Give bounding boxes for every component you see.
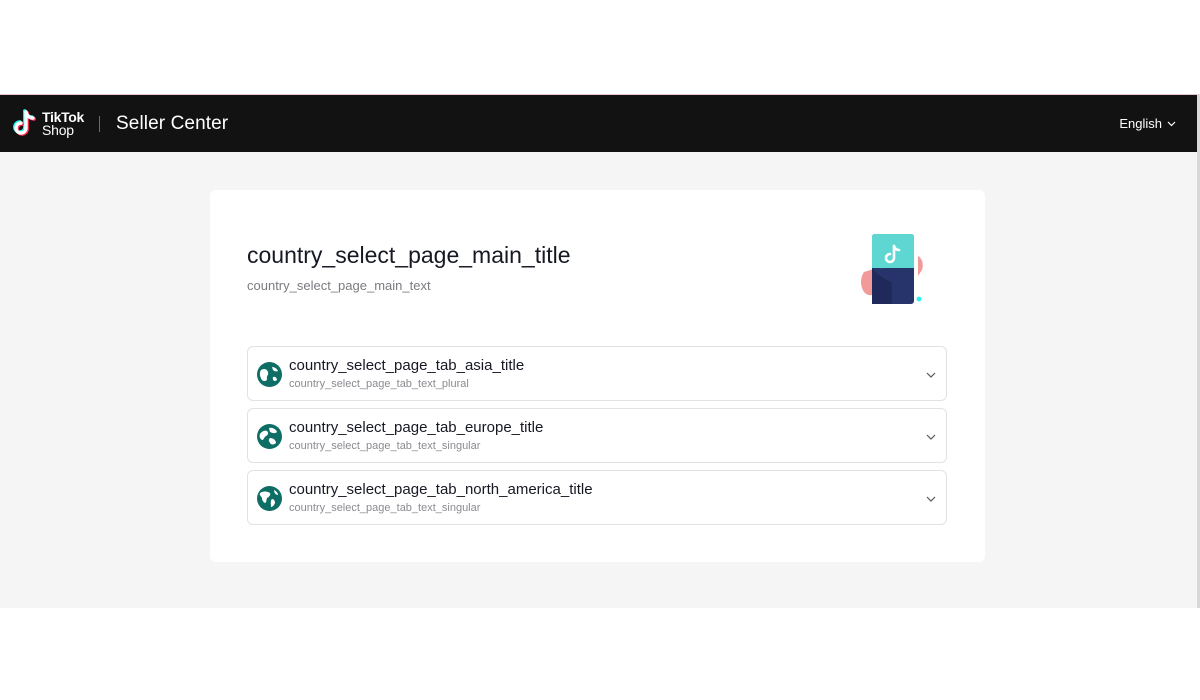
page-title: country_select_page_main_title	[247, 242, 571, 268]
region-subtitle: country_select_page_tab_text_singular	[289, 440, 481, 452]
language-selector[interactable]: English	[1119, 95, 1176, 152]
region-subtitle: country_select_page_tab_text_singular	[289, 502, 481, 514]
chevron-down-icon	[926, 372, 936, 378]
chevron-down-icon	[1167, 121, 1176, 126]
logo-line-2: Shop	[42, 121, 74, 138]
tiktok-shop-logo[interactable]: TikTok Shop	[12, 95, 84, 152]
language-label: English	[1119, 116, 1162, 131]
app-title: Seller Center	[116, 112, 229, 134]
globe-icon	[257, 362, 282, 387]
globe-icon	[257, 424, 282, 449]
chevron-down-icon	[926, 496, 936, 502]
region-accordion-asia[interactable]: country_select_page_tab_asia_title count…	[247, 346, 947, 401]
phone-in-hand-illustration	[861, 234, 923, 304]
logo-wordmark: TikTok Shop	[42, 110, 84, 138]
app-viewport: TikTok Shop Seller Center English countr…	[0, 94, 1197, 608]
country-select-card: country_select_page_main_title country_s…	[210, 190, 985, 562]
region-accordion-europe[interactable]: country_select_page_tab_europe_title cou…	[247, 408, 947, 463]
page-description: country_select_page_main_text	[247, 278, 431, 293]
region-subtitle: country_select_page_tab_text_plural	[289, 378, 469, 390]
region-title: country_select_page_tab_europe_title	[289, 419, 544, 436]
region-title: country_select_page_tab_north_america_ti…	[289, 481, 593, 498]
globe-icon	[257, 486, 282, 511]
region-accordion-north-america[interactable]: country_select_page_tab_north_america_ti…	[247, 470, 947, 525]
chevron-down-icon	[926, 434, 936, 440]
region-title: country_select_page_tab_asia_title	[289, 357, 525, 374]
header-divider	[99, 115, 101, 132]
tiktok-note-icon	[13, 108, 36, 136]
top-bar: TikTok Shop Seller Center English	[0, 95, 1197, 152]
